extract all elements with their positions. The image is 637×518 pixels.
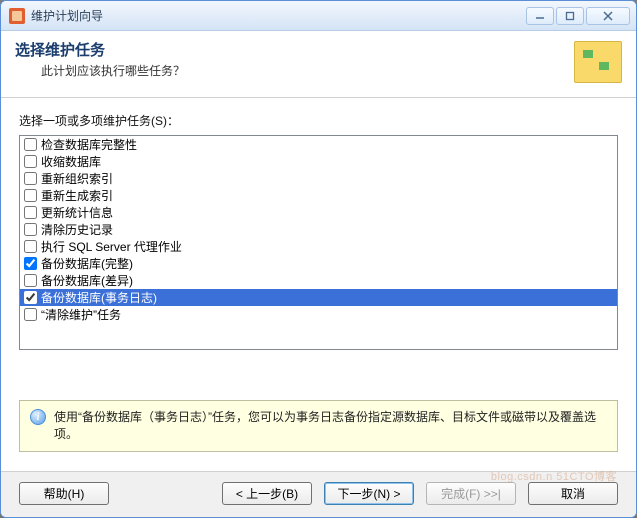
task-item[interactable]: 清除历史记录 xyxy=(20,221,617,238)
description-box: 使用“备份数据库（事务日志）”任务，您可以为事务日志备份指定源数据库、目标文件或… xyxy=(19,400,618,452)
close-button[interactable] xyxy=(586,7,630,25)
task-checkbox[interactable] xyxy=(24,240,37,253)
task-item[interactable]: 检查数据库完整性 xyxy=(20,136,617,153)
task-item[interactable]: 重新生成索引 xyxy=(20,187,617,204)
task-label: 重新生成索引 xyxy=(41,187,113,204)
task-item[interactable]: 备份数据库(完整) xyxy=(20,255,617,272)
window-controls xyxy=(526,7,630,25)
task-label: 备份数据库(完整) xyxy=(41,255,133,272)
page-subtitle: 此计划应该执行哪些任务？ xyxy=(41,62,574,79)
task-item[interactable]: 备份数据库(事务日志) xyxy=(20,289,617,306)
button-bar: 帮助(H) < 上一步(B) 下一步(N) > 完成(F) >>| 取消 xyxy=(1,471,636,517)
cancel-button[interactable]: 取消 xyxy=(528,482,618,505)
task-list-label: 选择一项或多项维护任务(S)： xyxy=(19,112,618,129)
task-item[interactable]: 收缩数据库 xyxy=(20,153,617,170)
header-panel: 选择维护任务 此计划应该执行哪些任务？ xyxy=(1,31,636,98)
task-checkbox[interactable] xyxy=(24,138,37,151)
description-text: 使用“备份数据库（事务日志）”任务，您可以为事务日志备份指定源数据库、目标文件或… xyxy=(54,409,607,443)
task-label: 执行 SQL Server 代理作业 xyxy=(41,238,182,255)
task-item[interactable]: 备份数据库(差异) xyxy=(20,272,617,289)
task-checkbox[interactable] xyxy=(24,189,37,202)
task-label: 更新统计信息 xyxy=(41,204,113,221)
task-checkbox[interactable] xyxy=(24,223,37,236)
window-title: 维护计划向导 xyxy=(31,7,526,24)
task-label: “清除维护”任务 xyxy=(41,306,121,323)
minimize-button[interactable] xyxy=(526,7,554,25)
wizard-graphic-icon xyxy=(574,41,622,83)
back-button[interactable]: < 上一步(B) xyxy=(222,482,312,505)
task-label: 检查数据库完整性 xyxy=(41,136,137,153)
task-label: 清除历史记录 xyxy=(41,221,113,238)
task-list[interactable]: 检查数据库完整性收缩数据库重新组织索引重新生成索引更新统计信息清除历史记录执行 … xyxy=(19,135,618,350)
task-item[interactable]: 执行 SQL Server 代理作业 xyxy=(20,238,617,255)
task-item[interactable]: 重新组织索引 xyxy=(20,170,617,187)
info-icon xyxy=(30,409,46,425)
task-checkbox[interactable] xyxy=(24,274,37,287)
task-checkbox[interactable] xyxy=(24,257,37,270)
task-checkbox[interactable] xyxy=(24,206,37,219)
page-title: 选择维护任务 xyxy=(15,39,574,60)
task-checkbox[interactable] xyxy=(24,172,37,185)
app-icon xyxy=(9,8,25,24)
task-label: 重新组织索引 xyxy=(41,170,113,187)
help-button[interactable]: 帮助(H) xyxy=(19,482,109,505)
task-item[interactable]: 更新统计信息 xyxy=(20,204,617,221)
next-button[interactable]: 下一步(N) > xyxy=(324,482,414,505)
task-item[interactable]: “清除维护”任务 xyxy=(20,306,617,323)
task-checkbox[interactable] xyxy=(24,155,37,168)
titlebar: 维护计划向导 xyxy=(1,1,636,31)
content-area: 选择一项或多项维护任务(S)： 检查数据库完整性收缩数据库重新组织索引重新生成索… xyxy=(1,98,636,471)
task-checkbox[interactable] xyxy=(24,291,37,304)
task-label: 备份数据库(事务日志) xyxy=(41,289,157,306)
finish-button: 完成(F) >>| xyxy=(426,482,516,505)
maximize-button[interactable] xyxy=(556,7,584,25)
task-checkbox[interactable] xyxy=(24,308,37,321)
task-label: 备份数据库(差异) xyxy=(41,272,133,289)
task-label: 收缩数据库 xyxy=(41,153,101,170)
wizard-window: 维护计划向导 选择维护任务 此计划应该执行哪些任务？ 选择一项或多项维护任务(S… xyxy=(0,0,637,518)
